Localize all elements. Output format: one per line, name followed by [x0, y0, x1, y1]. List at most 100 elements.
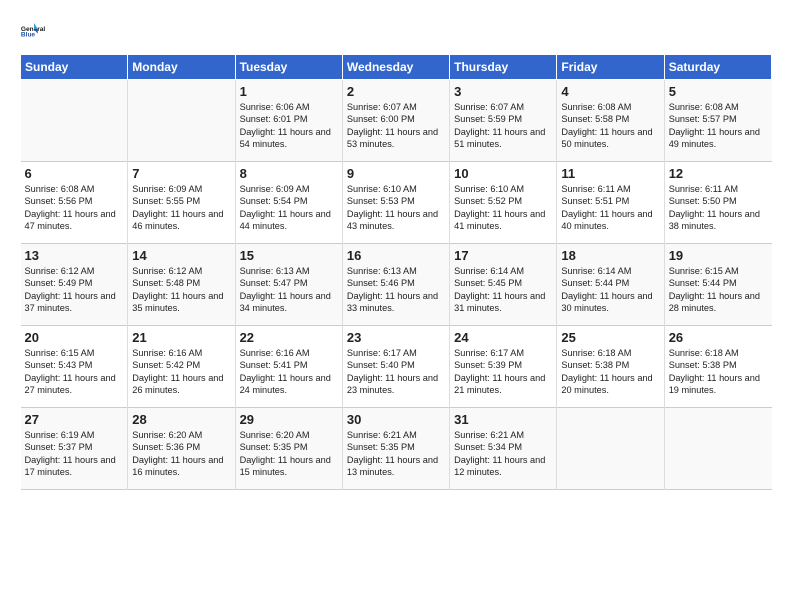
day-number: 7: [132, 166, 230, 181]
day-number: 13: [25, 248, 124, 263]
day-number: 8: [240, 166, 338, 181]
calendar-cell: 29 Sunrise: 6:20 AM Sunset: 5:35 PM Dayli…: [235, 408, 342, 490]
day-info: Sunrise: 6:18 AM Sunset: 5:38 PM Dayligh…: [669, 347, 768, 397]
calendar-cell: 1 Sunrise: 6:06 AM Sunset: 6:01 PM Daylig…: [235, 80, 342, 162]
day-number: 3: [454, 84, 552, 99]
day-info: Sunrise: 6:06 AM Sunset: 6:01 PM Dayligh…: [240, 101, 338, 151]
day-info: Sunrise: 6:07 AM Sunset: 6:00 PM Dayligh…: [347, 101, 445, 151]
calendar-cell: 27 Sunrise: 6:19 AM Sunset: 5:37 PM Dayli…: [21, 408, 128, 490]
calendar-cell: 28 Sunrise: 6:20 AM Sunset: 5:36 PM Dayli…: [128, 408, 235, 490]
day-info: Sunrise: 6:09 AM Sunset: 5:54 PM Dayligh…: [240, 183, 338, 233]
day-info: Sunrise: 6:17 AM Sunset: 5:39 PM Dayligh…: [454, 347, 552, 397]
calendar-cell: 6 Sunrise: 6:08 AM Sunset: 5:56 PM Daylig…: [21, 162, 128, 244]
calendar-cell: [128, 80, 235, 162]
day-number: 30: [347, 412, 445, 427]
calendar-cell: 21Sunrise: 6:16 AM Sunset: 5:42 PM Dayli…: [128, 326, 235, 408]
day-number: 17: [454, 248, 552, 263]
calendar-cell: 24 Sunrise: 6:17 AM Sunset: 5:39 PM Dayli…: [450, 326, 557, 408]
week-row-1: 6 Sunrise: 6:08 AM Sunset: 5:56 PM Daylig…: [21, 162, 772, 244]
day-number: 12: [669, 166, 768, 181]
day-number: 6: [25, 166, 124, 181]
logo: General Blue: [20, 16, 52, 44]
calendar-cell: 16Sunrise: 6:13 AM Sunset: 5:46 PM Dayli…: [342, 244, 449, 326]
calendar-cell: [664, 408, 771, 490]
header-cell-sunday: Sunday: [21, 55, 128, 80]
day-number: 4: [561, 84, 659, 99]
week-row-2: 13 Sunrise: 6:12 AM Sunset: 5:49 PM Dayli…: [21, 244, 772, 326]
day-number: 15: [240, 248, 338, 263]
day-number: 31: [454, 412, 552, 427]
calendar-cell: 8 Sunrise: 6:09 AM Sunset: 5:54 PM Daylig…: [235, 162, 342, 244]
day-info: Sunrise: 6:07 AM Sunset: 5:59 PM Dayligh…: [454, 101, 552, 151]
calendar-cell: 5 Sunrise: 6:08 AM Sunset: 5:57 PM Daylig…: [664, 80, 771, 162]
day-info: Sunrise: 6:20 AM Sunset: 5:35 PM Dayligh…: [240, 429, 338, 479]
day-number: 22: [240, 330, 338, 345]
day-number: 28: [132, 412, 230, 427]
day-number: 24: [454, 330, 552, 345]
day-number: 5: [669, 84, 768, 99]
header-cell-tuesday: Tuesday: [235, 55, 342, 80]
day-info: Sunrise: 6:12 AM Sunset: 5:48 PM Dayligh…: [132, 265, 230, 315]
day-number: 29: [240, 412, 338, 427]
calendar-cell: 30Sunrise: 6:21 AM Sunset: 5:35 PM Dayli…: [342, 408, 449, 490]
day-number: 1: [240, 84, 338, 99]
logo-icon: General Blue: [20, 16, 48, 44]
day-info: Sunrise: 6:11 AM Sunset: 5:51 PM Dayligh…: [561, 183, 659, 233]
day-number: 27: [25, 412, 124, 427]
header-cell-saturday: Saturday: [664, 55, 771, 80]
day-info: Sunrise: 6:13 AM Sunset: 5:47 PM Dayligh…: [240, 265, 338, 315]
day-info: Sunrise: 6:09 AM Sunset: 5:55 PM Dayligh…: [132, 183, 230, 233]
header-cell-thursday: Thursday: [450, 55, 557, 80]
day-number: 20: [25, 330, 124, 345]
header-cell-monday: Monday: [128, 55, 235, 80]
day-number: 23: [347, 330, 445, 345]
header-row: SundayMondayTuesdayWednesdayThursdayFrid…: [21, 55, 772, 80]
calendar-table: SundayMondayTuesdayWednesdayThursdayFrid…: [20, 54, 772, 490]
day-number: 9: [347, 166, 445, 181]
day-info: Sunrise: 6:14 AM Sunset: 5:44 PM Dayligh…: [561, 265, 659, 315]
calendar-cell: 2 Sunrise: 6:07 AM Sunset: 6:00 PM Daylig…: [342, 80, 449, 162]
day-info: Sunrise: 6:21 AM Sunset: 5:34 PM Dayligh…: [454, 429, 552, 479]
calendar-cell: 12 Sunrise: 6:11 AM Sunset: 5:50 PM Dayli…: [664, 162, 771, 244]
day-info: Sunrise: 6:08 AM Sunset: 5:56 PM Dayligh…: [25, 183, 124, 233]
calendar-header: SundayMondayTuesdayWednesdayThursdayFrid…: [21, 55, 772, 80]
day-info: Sunrise: 6:10 AM Sunset: 5:53 PM Dayligh…: [347, 183, 445, 233]
day-info: Sunrise: 6:11 AM Sunset: 5:50 PM Dayligh…: [669, 183, 768, 233]
day-number: 11: [561, 166, 659, 181]
calendar-cell: 20Sunrise: 6:15 AM Sunset: 5:43 PM Dayli…: [21, 326, 128, 408]
day-info: Sunrise: 6:14 AM Sunset: 5:45 PM Dayligh…: [454, 265, 552, 315]
calendar-cell: 11 Sunrise: 6:11 AM Sunset: 5:51 PM Dayli…: [557, 162, 664, 244]
day-info: Sunrise: 6:17 AM Sunset: 5:40 PM Dayligh…: [347, 347, 445, 397]
day-info: Sunrise: 6:15 AM Sunset: 5:44 PM Dayligh…: [669, 265, 768, 315]
calendar-cell: 10Sunrise: 6:10 AM Sunset: 5:52 PM Dayli…: [450, 162, 557, 244]
week-row-4: 27 Sunrise: 6:19 AM Sunset: 5:37 PM Dayli…: [21, 408, 772, 490]
calendar-cell: 4 Sunrise: 6:08 AM Sunset: 5:58 PM Daylig…: [557, 80, 664, 162]
day-info: Sunrise: 6:19 AM Sunset: 5:37 PM Dayligh…: [25, 429, 124, 479]
day-number: 21: [132, 330, 230, 345]
day-info: Sunrise: 6:12 AM Sunset: 5:49 PM Dayligh…: [25, 265, 124, 315]
calendar-cell: [557, 408, 664, 490]
day-info: Sunrise: 6:10 AM Sunset: 5:52 PM Dayligh…: [454, 183, 552, 233]
calendar-cell: 31 Sunrise: 6:21 AM Sunset: 5:34 PM Dayli…: [450, 408, 557, 490]
day-info: Sunrise: 6:08 AM Sunset: 5:58 PM Dayligh…: [561, 101, 659, 151]
week-row-3: 20Sunrise: 6:15 AM Sunset: 5:43 PM Dayli…: [21, 326, 772, 408]
day-number: 19: [669, 248, 768, 263]
day-info: Sunrise: 6:18 AM Sunset: 5:38 PM Dayligh…: [561, 347, 659, 397]
header-cell-friday: Friday: [557, 55, 664, 80]
calendar-cell: 25Sunrise: 6:18 AM Sunset: 5:38 PM Dayli…: [557, 326, 664, 408]
calendar-cell: 22 Sunrise: 6:16 AM Sunset: 5:41 PM Dayli…: [235, 326, 342, 408]
day-number: 26: [669, 330, 768, 345]
calendar-cell: 19 Sunrise: 6:15 AM Sunset: 5:44 PM Dayli…: [664, 244, 771, 326]
calendar-body: 1 Sunrise: 6:06 AM Sunset: 6:01 PM Daylig…: [21, 80, 772, 490]
header-cell-wednesday: Wednesday: [342, 55, 449, 80]
calendar-cell: 3 Sunrise: 6:07 AM Sunset: 5:59 PM Daylig…: [450, 80, 557, 162]
day-info: Sunrise: 6:08 AM Sunset: 5:57 PM Dayligh…: [669, 101, 768, 151]
day-info: Sunrise: 6:13 AM Sunset: 5:46 PM Dayligh…: [347, 265, 445, 315]
day-info: Sunrise: 6:16 AM Sunset: 5:41 PM Dayligh…: [240, 347, 338, 397]
calendar-cell: 9 Sunrise: 6:10 AM Sunset: 5:53 PM Daylig…: [342, 162, 449, 244]
day-info: Sunrise: 6:20 AM Sunset: 5:36 PM Dayligh…: [132, 429, 230, 479]
day-number: 2: [347, 84, 445, 99]
calendar-cell: 26 Sunrise: 6:18 AM Sunset: 5:38 PM Dayli…: [664, 326, 771, 408]
calendar-cell: 14Sunrise: 6:12 AM Sunset: 5:48 PM Dayli…: [128, 244, 235, 326]
calendar-cell: 15 Sunrise: 6:13 AM Sunset: 5:47 PM Dayli…: [235, 244, 342, 326]
